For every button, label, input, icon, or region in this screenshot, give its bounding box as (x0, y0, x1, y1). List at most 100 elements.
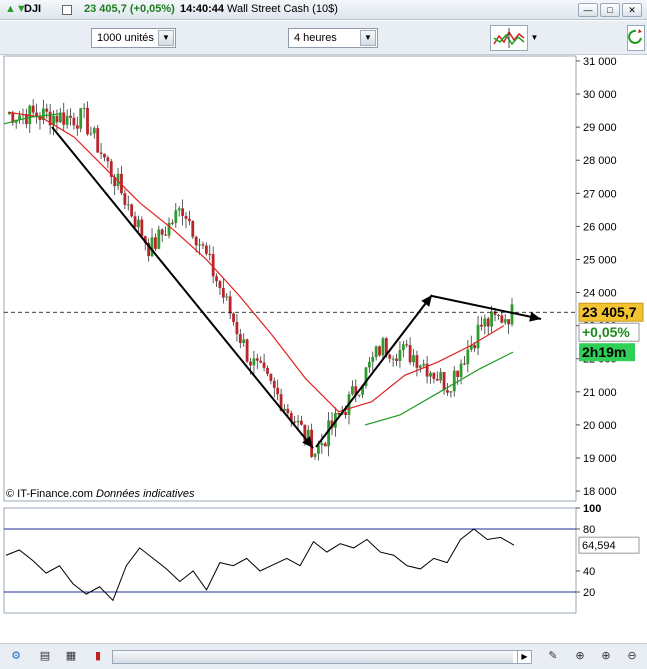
candle-body (459, 363, 463, 378)
candle-body (269, 373, 273, 381)
chart-toolbar: 1000 unités ▼ 4 heures ▼ ▼ (0, 21, 647, 55)
chart-scrollbar[interactable]: ▶ (112, 650, 532, 664)
candle-body (446, 390, 449, 393)
price-tick-label: 18 000 (583, 486, 617, 498)
candle-body (276, 387, 280, 395)
candle-body (452, 370, 456, 392)
candle-body (181, 208, 184, 216)
candle-body (405, 344, 409, 346)
price-tick-label: 26 000 (583, 221, 617, 233)
candle-body (137, 219, 140, 228)
price-tick-label: 28 000 (583, 155, 617, 167)
oscillator-tick-label: 100 (583, 503, 601, 515)
share-icon[interactable]: ⚙ (8, 649, 24, 664)
candle-body (476, 324, 480, 349)
zoom-in-icon[interactable]: ⊕ (598, 649, 614, 664)
candle-body (395, 358, 398, 362)
candle-body (252, 358, 256, 366)
candle-body (286, 408, 290, 414)
price-tick-label: 25 000 (583, 254, 617, 266)
symbol-label: DJI (24, 3, 42, 15)
oscillator-tick-label: 80 (583, 524, 595, 536)
chart-type-icon[interactable]: ▤ (37, 649, 53, 664)
scroll-thumb[interactable] (113, 651, 513, 663)
candle-body (497, 314, 500, 316)
price-tick-label: 29 000 (583, 122, 617, 134)
candle-body (323, 443, 327, 447)
price-tick-label: 21 000 (583, 387, 617, 399)
countdown-badge-label: 2h19m (582, 344, 626, 360)
candle-body (463, 363, 466, 365)
close-button[interactable]: ✕ (622, 3, 642, 17)
candle-body (262, 362, 266, 368)
candle-body (300, 420, 303, 425)
candle-body (456, 370, 460, 378)
candle-body (473, 344, 477, 349)
candle-body (510, 304, 514, 325)
price-panel[interactable] (3, 55, 577, 502)
candle-body (75, 125, 79, 129)
candle-body (171, 222, 174, 224)
symbol-checkbox[interactable] (62, 5, 72, 15)
period-select-value: 4 heures (294, 32, 337, 44)
candle-body (133, 216, 137, 228)
maximize-button[interactable]: □ (600, 3, 620, 17)
candles-icon[interactable]: ▮ (90, 649, 106, 664)
line-chart-icon[interactable]: ▦ (63, 649, 79, 664)
indicators-button[interactable] (490, 25, 528, 51)
candle-body (92, 128, 96, 134)
candle-body (357, 394, 361, 396)
candle-body (69, 115, 72, 118)
price-tick-label: 20 000 (583, 420, 617, 432)
period-select[interactable]: 4 heures ▼ (288, 28, 378, 48)
scroll-right-icon[interactable]: ▶ (517, 651, 531, 663)
candle-body (344, 412, 347, 415)
candle-body (184, 215, 188, 219)
candle-body (164, 234, 168, 236)
candle-body (249, 361, 252, 366)
candle-body (483, 318, 487, 327)
candle-body (150, 237, 154, 257)
disclaimer-label: Données indicatives (96, 488, 195, 500)
price-tick-label: 30 000 (583, 89, 617, 101)
titlebar: ▲▼ DJI 23 405,7 (+0,05%) 14:40:44 Wall S… (0, 0, 647, 20)
candle-body (89, 133, 93, 135)
candle-body (422, 363, 426, 366)
drawing-tool-icon[interactable]: ✎ (545, 649, 561, 664)
candle-body (296, 420, 300, 423)
units-select[interactable]: 1000 unités ▼ (91, 28, 176, 48)
candle-body (401, 344, 405, 351)
candle-body (442, 372, 446, 391)
candle-body (503, 319, 507, 323)
chevron-down-icon[interactable]: ▼ (360, 30, 376, 46)
instrument-label: Wall Street Cash (10$) (227, 3, 338, 15)
candle-body (398, 350, 402, 362)
zoom-icon[interactable]: ⊕ (572, 649, 588, 664)
chevron-down-icon[interactable]: ▼ (529, 25, 540, 51)
candle-body (266, 367, 269, 374)
candle-body (242, 339, 246, 343)
candle-body (381, 338, 385, 356)
candle-body (374, 346, 378, 357)
candle-body (174, 210, 178, 224)
zoom-out-icon[interactable]: ⊖ (624, 649, 640, 664)
candle-body (367, 361, 371, 368)
settings-button[interactable] (627, 25, 645, 51)
candle-body (221, 288, 225, 298)
price-tick-label: 31 000 (583, 56, 617, 68)
candle-body (218, 281, 222, 289)
candle-body (225, 296, 229, 298)
candle-body (191, 221, 195, 237)
chevron-down-icon[interactable]: ▼ (158, 30, 174, 46)
candle-body (415, 355, 419, 368)
candle-body (194, 236, 198, 246)
candle-body (157, 229, 161, 249)
minimize-button[interactable]: — (578, 3, 598, 17)
candle-body (65, 115, 69, 125)
chart-area[interactable]: 31 000 30 000 29 000 28 000 27 000 26 000 25 0… (0, 55, 647, 614)
candle-body (235, 321, 239, 335)
candle-body (160, 229, 164, 235)
candle-body (215, 276, 218, 282)
oscillator-tick-label: 40 (583, 566, 595, 578)
units-select-value: 1000 unités (97, 32, 154, 44)
